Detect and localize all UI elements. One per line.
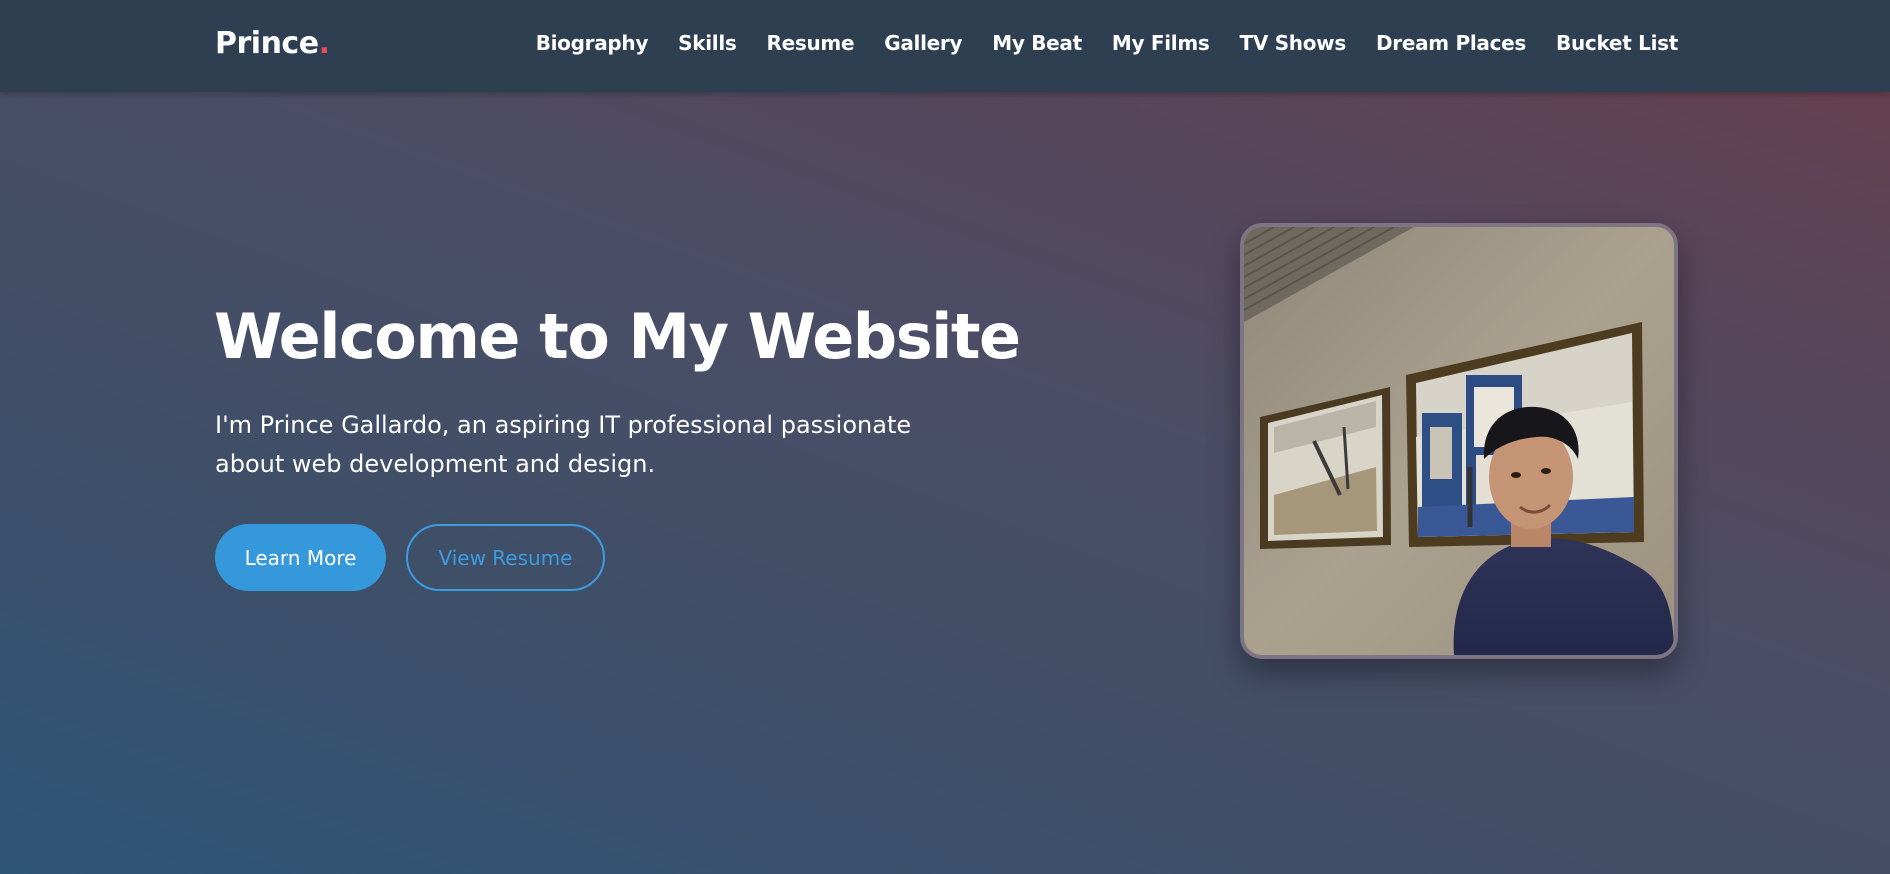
nav-item-my-beat[interactable]: My Beat bbox=[992, 31, 1082, 55]
nav-item-gallery[interactable]: Gallery bbox=[884, 31, 962, 55]
nav-item-tv-shows[interactable]: TV Shows bbox=[1240, 31, 1347, 55]
learn-more-button[interactable]: Learn More bbox=[215, 524, 386, 591]
nav-item-biography[interactable]: Biography bbox=[536, 31, 649, 55]
nav-item-resume[interactable]: Resume bbox=[767, 31, 855, 55]
hero-title: Welcome to My Website bbox=[214, 300, 1021, 373]
brand-name: Prince bbox=[215, 26, 319, 61]
brand-dot: . bbox=[318, 26, 330, 61]
nav-item-my-films[interactable]: My Films bbox=[1112, 31, 1210, 55]
hero-intro: I'm Prince Gallardo, an aspiring IT prof… bbox=[215, 411, 912, 478]
nav-item-dream-places[interactable]: Dream Places bbox=[1376, 31, 1526, 55]
profile-photo-image bbox=[1244, 227, 1674, 655]
view-resume-button[interactable]: View Resume bbox=[406, 524, 605, 591]
nav-item-skills[interactable]: Skills bbox=[678, 31, 737, 55]
profile-photo bbox=[1240, 223, 1678, 659]
main-nav: Biography Skills Resume Gallery My Beat … bbox=[506, 31, 1679, 55]
brand-logo[interactable]: Prince. bbox=[215, 26, 330, 61]
navbar: Prince. Biography Skills Resume Gallery … bbox=[0, 0, 1890, 92]
nav-item-bucket-list[interactable]: Bucket List bbox=[1556, 31, 1678, 55]
